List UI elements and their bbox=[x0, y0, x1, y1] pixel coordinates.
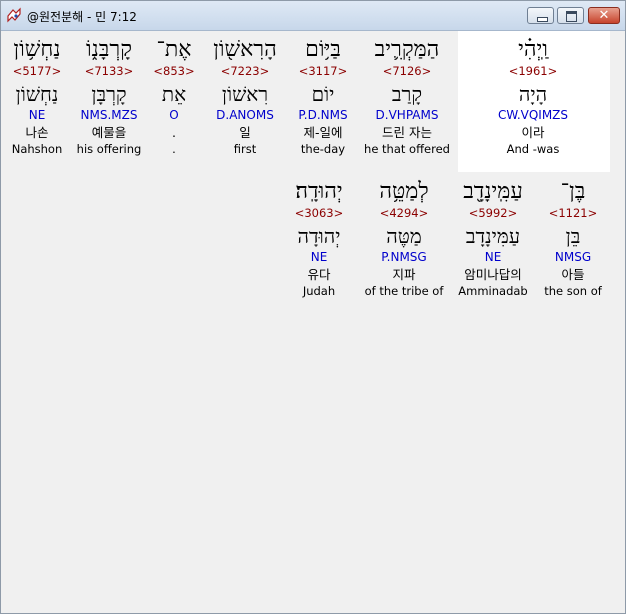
morphology-code: NMSG bbox=[554, 250, 592, 264]
word-column[interactable]: לְמַטֵּ֥ה <4294> מַטֶּה P.NMSG 지파 of the… bbox=[359, 179, 449, 298]
interlinear-view: נַחְשׁ֥וֹן <5177> נַחְשׁוֹן NE 나손 Nahsho… bbox=[2, 31, 624, 613]
hebrew-word: הַמַּקְרִ֛יב bbox=[374, 37, 440, 62]
strong-number[interactable]: <7223> bbox=[200, 64, 290, 81]
hebrew-lemma: הָיָה bbox=[518, 82, 548, 106]
word-column-selected[interactable]: וַֽיְהִ֗י <1961> הָיָה CW.VQIMZS 이라 And … bbox=[488, 37, 578, 156]
maximize-button[interactable] bbox=[557, 7, 584, 24]
word-column[interactable]: הַמַּקְרִ֛יב <7126> קָרַב D.VHPAMS 드린 자는… bbox=[362, 37, 452, 156]
window-title: @원전분해 - 민 7:12 bbox=[27, 10, 137, 24]
strong-number[interactable]: <4294> bbox=[359, 206, 449, 223]
korean-gloss: 지파 bbox=[392, 267, 416, 282]
close-button[interactable]: ✕ bbox=[588, 7, 620, 24]
hebrew-word: בֶּן־ bbox=[560, 179, 586, 204]
strong-number[interactable]: <3117> bbox=[278, 64, 368, 81]
korean-gloss: 암미나답의 bbox=[464, 267, 522, 282]
english-gloss: first bbox=[233, 142, 257, 156]
minimize-icon bbox=[537, 17, 548, 22]
morphology-code: P.NMSG bbox=[381, 250, 427, 264]
korean-gloss: 이라 bbox=[521, 125, 545, 140]
hebrew-word: לְמַטֵּ֥ה bbox=[379, 179, 429, 204]
morphology-code: NE bbox=[310, 250, 328, 264]
hebrew-word: יְהוּדָֽה׃ bbox=[295, 179, 343, 204]
korean-gloss: 제-일에 bbox=[303, 125, 343, 140]
word-column[interactable]: הָרִאשׁ֖וֹן <7223> רִאשׁוֹן D.ANOMS 일 fi… bbox=[200, 37, 290, 156]
morphology-code: D.VHPAMS bbox=[375, 108, 439, 122]
word-column[interactable]: יְהוּדָֽה׃ <3063> יְהוּדָה NE 유다 Judah bbox=[274, 179, 364, 298]
korean-gloss: 드린 자는 bbox=[382, 125, 432, 140]
strong-number[interactable]: <1961> bbox=[488, 64, 578, 81]
word-column[interactable]: בֶּן־ <1121> בֵּן NMSG 아들 the son of bbox=[528, 179, 618, 298]
hebrew-lemma: בֵּן bbox=[565, 224, 581, 248]
morphology-code: NE bbox=[484, 250, 502, 264]
title-bar[interactable]: @원전분해 - 민 7:12 ✕ bbox=[1, 1, 625, 31]
english-gloss: And -was bbox=[506, 142, 560, 156]
hebrew-lemma: עַמִּינָדָב bbox=[465, 224, 521, 248]
minimize-button[interactable] bbox=[527, 7, 554, 24]
app-window: @원전분해 - 민 7:12 ✕ נַחְשׁ֥וֹן <5177> נַחְש… bbox=[0, 0, 626, 614]
english-gloss: Judah bbox=[302, 284, 336, 298]
strong-number[interactable]: <1121> bbox=[528, 206, 618, 223]
korean-gloss: 아들 bbox=[561, 267, 585, 282]
hebrew-lemma: יוֹם bbox=[311, 82, 335, 106]
english-gloss: of the tribe of bbox=[364, 284, 444, 298]
strong-number[interactable]: <3063> bbox=[274, 206, 364, 223]
hebrew-lemma: רִאשׁוֹן bbox=[221, 82, 269, 106]
english-gloss: the-day bbox=[300, 142, 346, 156]
word-column[interactable]: בַּיּ֥וֹם <3117> יוֹם P.D.NMS 제-일에 the-d… bbox=[278, 37, 368, 156]
korean-gloss: 일 bbox=[239, 125, 251, 140]
morphology-code: D.ANOMS bbox=[216, 108, 274, 122]
morphology-code: P.D.NMS bbox=[298, 108, 348, 122]
hebrew-lemma: יְהוּדָה bbox=[297, 224, 341, 248]
close-icon: ✕ bbox=[598, 8, 610, 23]
strong-number[interactable]: <5992> bbox=[448, 206, 538, 223]
english-gloss: Amminadab bbox=[458, 284, 528, 298]
morphology-code: CW.VQIMZS bbox=[497, 108, 569, 122]
english-gloss: the son of bbox=[544, 284, 602, 298]
hebrew-word: הָרִאשׁ֖וֹן bbox=[213, 37, 277, 62]
maximize-icon bbox=[566, 11, 577, 22]
hebrew-lemma: קָרַב bbox=[391, 82, 423, 106]
english-gloss: he that offered bbox=[364, 142, 450, 156]
word-column[interactable]: עַמִּֽינָדָ֖ב <5992> עַמִּינָדָב NE 암미나답… bbox=[448, 179, 538, 298]
hebrew-word: בַּיּ֥וֹם bbox=[305, 37, 341, 62]
hebrew-lemma: מַטֶּה bbox=[386, 224, 422, 248]
strong-number[interactable]: <7126> bbox=[362, 64, 452, 81]
hebrew-word: וַֽיְהִ֗י bbox=[518, 37, 548, 62]
hebrew-word: עַמִּֽינָדָ֖ב bbox=[463, 179, 523, 204]
app-icon bbox=[7, 7, 21, 23]
korean-gloss: 유다 bbox=[307, 267, 331, 282]
